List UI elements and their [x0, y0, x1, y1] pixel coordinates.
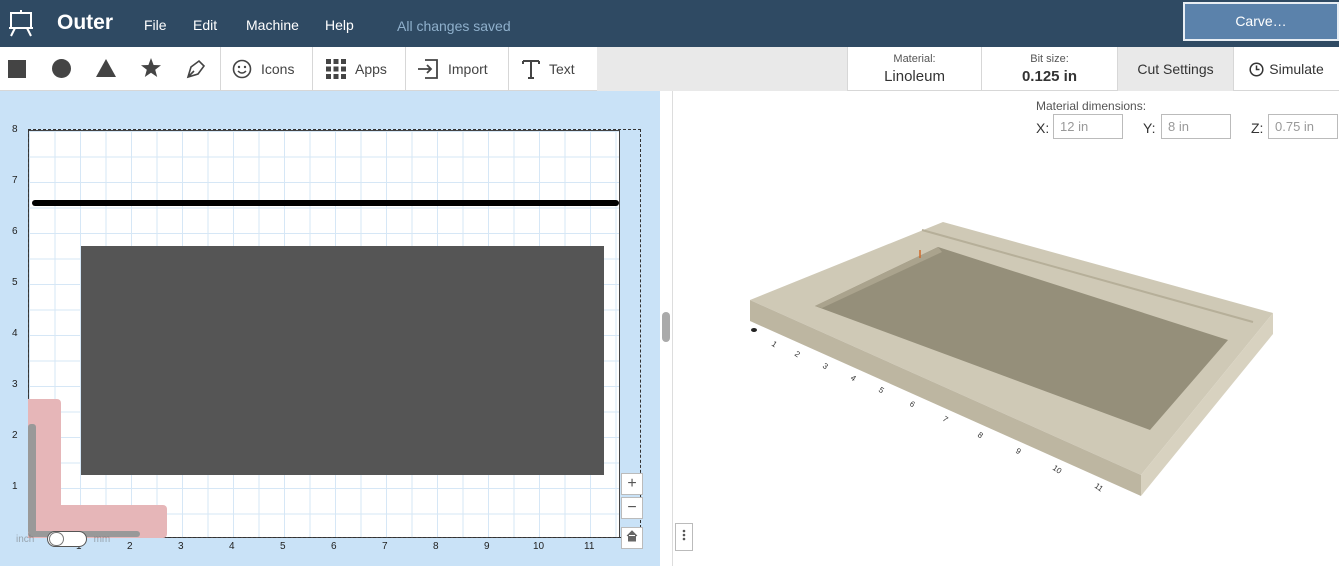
x-tick: 4	[229, 541, 235, 552]
material-value: Linoleum	[884, 68, 945, 85]
preview-tick: 1	[770, 339, 779, 349]
menu-help[interactable]: Help	[325, 17, 354, 33]
dots-icon	[682, 529, 686, 541]
dim-z-input[interactable]: 0.75 in	[1268, 114, 1338, 139]
x-tick: 10	[533, 541, 545, 552]
circle-icon[interactable]	[52, 59, 71, 78]
zoom-out-button[interactable]: −	[621, 497, 643, 519]
line-shape[interactable]	[32, 200, 619, 206]
x-tick: 6	[331, 541, 337, 552]
dim-y-input[interactable]: 8 in	[1161, 114, 1231, 139]
y-tick: 4	[12, 328, 18, 339]
y-tick: 2	[12, 430, 18, 441]
text-label: Text	[549, 61, 575, 77]
panel-divider	[672, 91, 673, 566]
dim-z-label: Z:	[1251, 120, 1264, 136]
bit-size-selector[interactable]: Bit size: 0.125 in	[981, 47, 1117, 91]
unit-toggle-track[interactable]	[46, 531, 87, 547]
grid-icon	[326, 59, 346, 79]
unit-toggle[interactable]: inch mm	[16, 531, 110, 547]
x-tick: 3	[178, 541, 184, 552]
panel-resize-handle[interactable]	[662, 312, 670, 342]
bit-indicator-shadow	[28, 424, 36, 534]
preview-tick: 6	[908, 399, 917, 409]
import-icon	[418, 59, 438, 79]
bit-size-caption: Bit size:	[1030, 53, 1069, 65]
3d-preview[interactable]: 1 2 3 4 5 6 7 8 9 10 11	[680, 200, 1300, 520]
material-caption: Material:	[893, 53, 936, 65]
dimensions-caption: Material dimensions:	[1036, 99, 1147, 113]
bit-size-value: 0.125 in	[1021, 68, 1078, 85]
design-panel: 8 7 6 5 4 3 2 1 1 2 3 4 5 6 7 8 9 10 11 …	[0, 91, 660, 566]
preview-tick: 11	[1093, 481, 1105, 493]
save-status: All changes saved	[397, 18, 511, 34]
simulate-label: Simulate	[1269, 61, 1324, 77]
clock-icon	[1249, 61, 1264, 77]
icons-label: Icons	[261, 61, 295, 77]
unit-toggle-knob[interactable]	[48, 532, 64, 546]
simulate-button[interactable]: Simulate	[1233, 47, 1339, 91]
toolbar-spacer	[597, 47, 847, 91]
preview-tick: 9	[1014, 446, 1023, 456]
home-button[interactable]	[621, 527, 643, 549]
icons-tool[interactable]: Icons	[232, 47, 294, 91]
pen-icon[interactable]	[186, 59, 206, 79]
preview-tick: 7	[941, 414, 950, 424]
import-tool[interactable]: Import	[417, 47, 488, 91]
dim-x-input[interactable]: 12 in	[1053, 114, 1123, 139]
preview-tick: 5	[877, 385, 886, 395]
zoom-in-button[interactable]: +	[621, 473, 643, 495]
y-tick: 1	[12, 481, 18, 492]
panel-toggle-button[interactable]	[675, 523, 693, 551]
unit-mm-label: mm	[93, 533, 111, 545]
triangle-icon[interactable]	[96, 59, 116, 77]
top-bar: Outer File Edit Machine Help All changes…	[0, 0, 1339, 47]
square-icon[interactable]	[8, 60, 26, 78]
preview-tick: 8	[976, 430, 985, 440]
star-icon[interactable]	[141, 58, 161, 78]
y-tick: 5	[12, 277, 18, 288]
apps-label: Apps	[355, 61, 387, 77]
preview-tick: 10	[1051, 463, 1064, 476]
cut-settings-button[interactable]: Cut Settings	[1117, 47, 1233, 91]
x-tick: 5	[280, 541, 286, 552]
origin-marker	[751, 328, 757, 332]
home-icon	[626, 530, 638, 542]
y-tick: 3	[12, 379, 18, 390]
x-tick: 9	[484, 541, 490, 552]
preview-tick: 3	[821, 361, 830, 371]
project-title[interactable]: Outer	[57, 11, 113, 35]
text-tool[interactable]: Text	[522, 47, 575, 91]
rectangle-shape[interactable]	[81, 246, 604, 475]
toolbar: Icons Apps Import Text Material: Linoleu…	[0, 47, 1339, 91]
x-tick: 7	[382, 541, 388, 552]
preview-tick: 4	[849, 373, 858, 383]
menu-machine[interactable]: Machine	[246, 17, 299, 33]
y-tick: 8	[12, 124, 18, 135]
menu-edit[interactable]: Edit	[193, 17, 217, 33]
preview-tick: 2	[793, 349, 802, 359]
text-icon	[522, 60, 540, 79]
carve-button[interactable]: Carve…	[1183, 2, 1339, 41]
y-tick: 6	[12, 226, 18, 237]
smiley-icon	[232, 59, 252, 79]
dim-y-label: Y:	[1143, 120, 1156, 136]
dim-x-label: X:	[1036, 120, 1050, 136]
x-tick: 8	[433, 541, 439, 552]
x-tick: 11	[584, 541, 595, 552]
import-label: Import	[448, 61, 488, 77]
material-selector[interactable]: Material: Linoleum	[847, 47, 981, 91]
y-tick: 7	[12, 175, 18, 186]
x-tick: 2	[127, 541, 133, 552]
easel-icon[interactable]	[8, 9, 34, 37]
menu-file[interactable]: File	[144, 17, 167, 33]
apps-tool[interactable]: Apps	[326, 47, 387, 91]
